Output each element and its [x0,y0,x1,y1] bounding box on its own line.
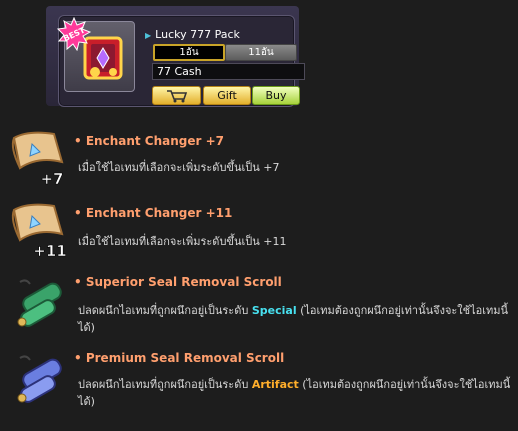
pack-title: ▶ Lucky 777 Pack [145,28,240,41]
cart-icon [166,90,187,103]
pack-item-slot[interactable]: BEST [57,17,135,92]
add-to-cart-button[interactable] [152,86,201,105]
list-item: +11 • Enchant Changer +11 เมื่อใช้ไอเทมท… [0,198,518,262]
item-description: เมื่อใช้ไอเทมที่เลือกจะเพิ่มระดับขึ้นเป็… [78,159,513,176]
green-seal-scroll-icon [17,279,62,327]
item-name: • Enchant Changer +7 [74,134,225,148]
item-description: ปลดผนึกไอเทมที่ถูกผนึกอยู่เป็นระดับ Arti… [78,376,513,410]
quantity-options: 1อัน 11อัน [140,44,297,62]
shop-item-card: BEST ▶ Lucky 777 Pack 1อัน 11อัน 77 Cash … [57,15,305,107]
enchant-scroll-icon: +11 [11,203,67,260]
gift-button[interactable]: Gift [203,86,251,105]
option-1-piece[interactable]: 1อัน [153,44,225,61]
enchant-scroll-icon: +7 [11,131,64,188]
rarity-artifact-label: Artifact [251,378,299,391]
option-11-pieces[interactable]: 11อัน [225,44,297,61]
item-description: เมื่อใช้ไอเทมที่เลือกจะเพิ่มระดับขึ้นเป็… [78,233,513,250]
shop-panel: BEST ▶ Lucky 777 Pack 1อัน 11อัน 77 Cash … [46,6,305,107]
enchant-level-overlay: +7 [40,170,63,188]
item-description-text: ปลดผนึกไอเทมที่ถูกผนึกอยู่เป็นระดับ [78,304,252,317]
list-item: +7 • Enchant Changer +7 เมื่อใช้ไอเทมที่… [0,126,518,190]
rarity-special-label: Special [251,304,297,317]
buy-button[interactable]: Buy [252,86,300,105]
item-description-text: ปลดผนึกไอเทมที่ถูกผนึกอยู่เป็นระดับ [78,378,252,391]
price-display: 77 Cash [152,63,305,80]
best-badge-icon: BEST [57,17,91,51]
arrow-right-icon: ▶ [145,31,152,40]
pack-title-label: Lucky 777 Pack [155,28,240,41]
purple-seal-scroll-icon [17,355,62,403]
item-description: ปลดผนึกไอเทมที่ถูกผนึกอยู่เป็นระดับ Spec… [78,302,513,336]
item-description-text: เมื่อใช้ไอเทมที่เลือกจะเพิ่มระดับขึ้นเป็… [78,161,280,174]
item-description-text: เมื่อใช้ไอเทมที่เลือกจะเพิ่มระดับขึ้นเป็… [78,235,287,248]
enchant-level-overlay: +11 [33,242,66,260]
item-name: • Enchant Changer +11 [74,206,233,220]
item-name: • Premium Seal Removal Scroll [74,351,285,365]
item-name: • Superior Seal Removal Scroll [74,275,282,289]
list-item: • Premium Seal Removal Scroll ปลดผนึกไอเ… [0,346,518,426]
list-item: • Superior Seal Removal Scroll ปลดผนึกไอ… [0,270,518,340]
